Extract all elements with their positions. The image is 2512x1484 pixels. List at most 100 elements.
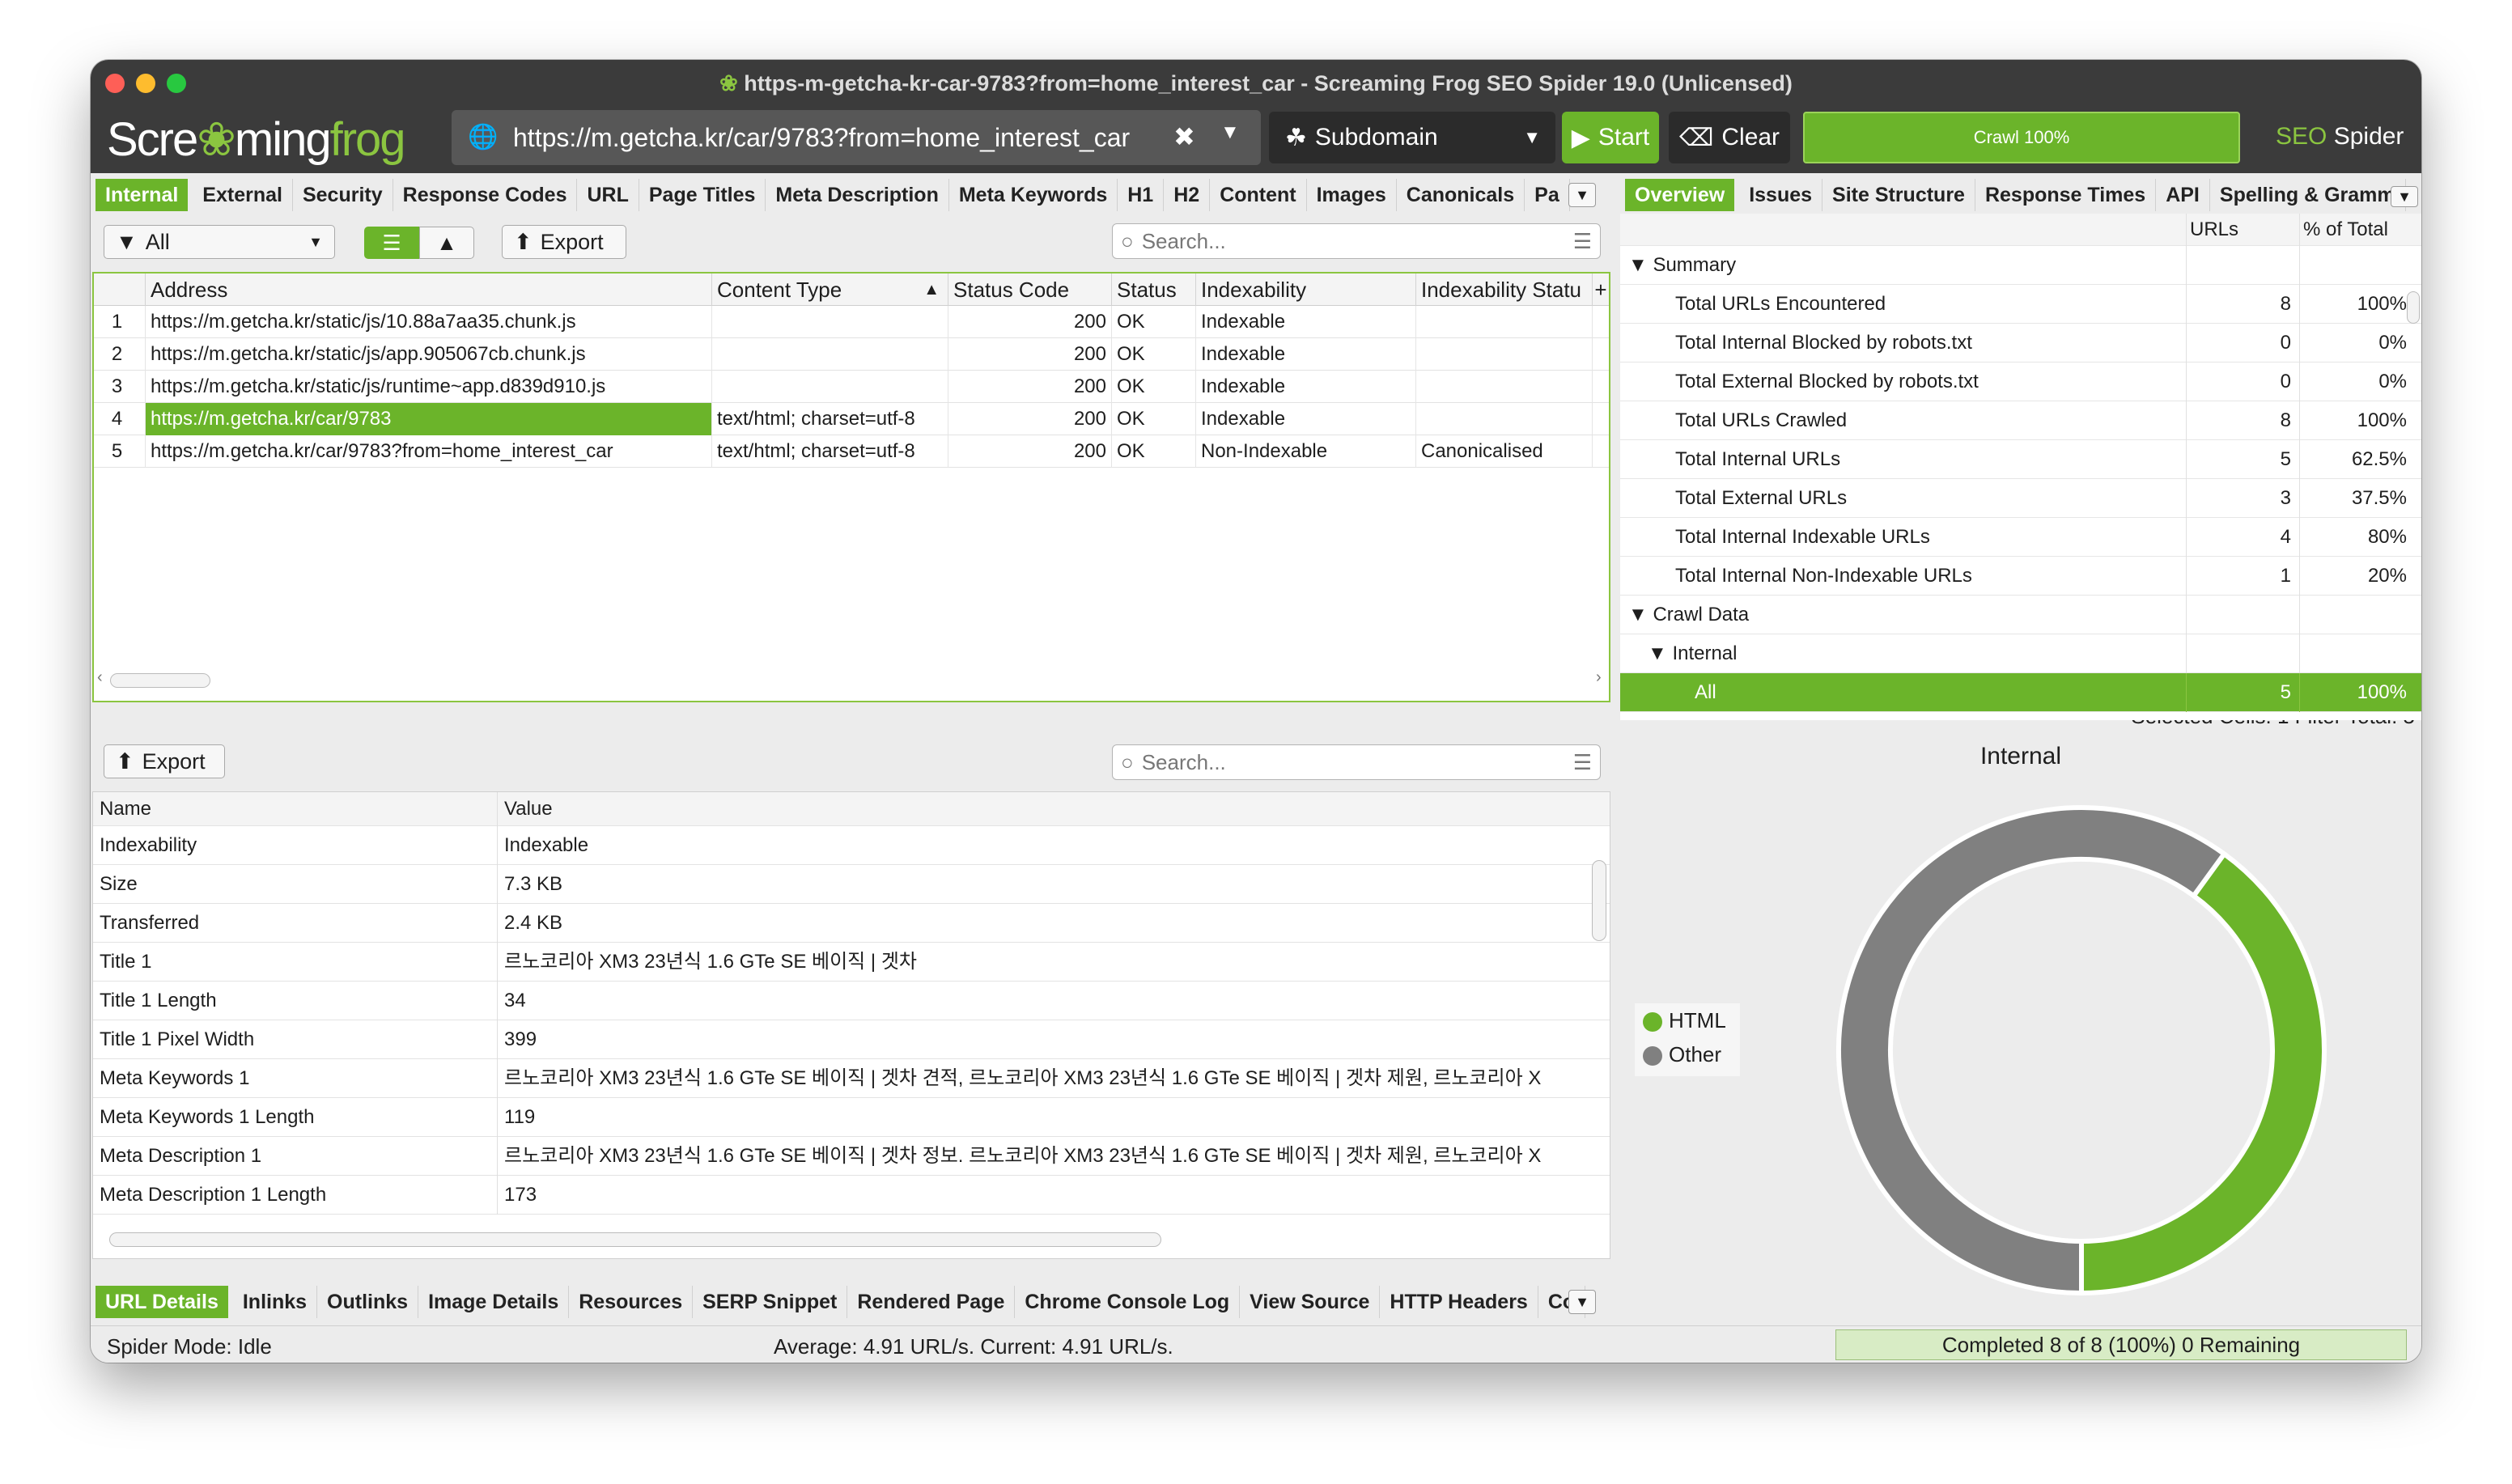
details-row[interactable]: Title 1 Length 34: [93, 981, 1610, 1020]
cell-address[interactable]: https://m.getcha.kr/car/9783: [146, 402, 712, 435]
details-row[interactable]: Indexability Indexable: [93, 825, 1610, 865]
tab-url-details[interactable]: URL Details: [95, 1286, 228, 1318]
tab-h1[interactable]: H1: [1118, 179, 1165, 211]
overview-row[interactable]: Total URLs Encountered 8 100%: [1620, 284, 2421, 324]
cell-address[interactable]: https://m.getcha.kr/car/9783?from=home_i…: [146, 435, 712, 468]
url-input[interactable]: 🌐 https://m.getcha.kr/car/9783?from=home…: [452, 110, 1261, 165]
tab-issues[interactable]: Issues: [1739, 179, 1823, 211]
tab-internal[interactable]: Internal: [95, 179, 189, 211]
details-row[interactable]: Title 1 Pixel Width 399: [93, 1020, 1610, 1059]
details-search-input[interactable]: ○ Search... ☰: [1112, 744, 1601, 780]
table-row[interactable]: 4 https://m.getcha.kr/car/9783 text/html; …: [94, 402, 1609, 435]
search-options-icon[interactable]: ☰: [1573, 750, 1592, 775]
tab-serp-snippet[interactable]: SERP Snippet: [693, 1286, 848, 1318]
column-header[interactable]: Address: [146, 273, 712, 306]
url-history-dropdown-icon[interactable]: ▼: [1220, 121, 1240, 144]
tab-images[interactable]: Images: [1307, 179, 1397, 211]
tab-external[interactable]: External: [193, 179, 293, 211]
clear-button[interactable]: ⌫ Clear: [1669, 112, 1790, 163]
column-header[interactable]: Content Type ▲: [712, 273, 948, 306]
more-tabs-dropdown[interactable]: ▼: [1568, 183, 1596, 207]
column-header[interactable]: Indexability: [1196, 273, 1416, 306]
tree-view-button[interactable]: ▲: [419, 227, 474, 259]
tab-security[interactable]: Security: [293, 179, 393, 211]
summary-group-row[interactable]: ▼ Summary: [1620, 245, 2421, 285]
details-row[interactable]: Transferred 2.4 KB: [93, 903, 1610, 943]
clear-url-icon[interactable]: ✖: [1173, 121, 1195, 152]
tab-meta-keywords[interactable]: Meta Keywords: [949, 179, 1118, 211]
tab-content[interactable]: Content: [1210, 179, 1307, 211]
tab-outlinks[interactable]: Outlinks: [317, 1286, 419, 1318]
details-vertical-scrollbar[interactable]: [1592, 860, 1606, 941]
details-row[interactable]: Meta Keywords 1 Length 119: [93, 1097, 1610, 1137]
tab-spelling-gramm[interactable]: Spelling & Gramm: [2210, 179, 2406, 211]
overview-urls: 0: [2187, 323, 2300, 363]
horizontal-scrollbar[interactable]: [110, 673, 210, 688]
details-row[interactable]: Meta Description 1 Length 173: [93, 1175, 1610, 1215]
filter-select[interactable]: ▼ All ▼: [104, 225, 335, 259]
details-row[interactable]: Size 7.3 KB: [93, 864, 1610, 904]
column-header[interactable]: Status Code: [948, 273, 1112, 306]
table-row[interactable]: 5 https://m.getcha.kr/car/9783?from=home_…: [94, 435, 1609, 468]
more-bottom-tabs-dropdown[interactable]: ▼: [1568, 1290, 1596, 1314]
tab-meta-description[interactable]: Meta Description: [766, 179, 949, 211]
export-button[interactable]: ⬆ Export: [502, 225, 626, 259]
tab-inlinks[interactable]: Inlinks: [233, 1286, 318, 1318]
tab-url[interactable]: URL: [577, 179, 639, 211]
tab-http-headers[interactable]: HTTP Headers: [1380, 1286, 1538, 1318]
overview-row[interactable]: Total Internal URLs 5 62.5%: [1620, 439, 2421, 479]
list-view-button[interactable]: ☰: [364, 227, 419, 259]
overview-row[interactable]: Total URLs Crawled 8 100%: [1620, 401, 2421, 440]
tab-page-titles[interactable]: Page Titles: [639, 179, 766, 211]
tab-overview[interactable]: Overview: [1625, 179, 1735, 211]
details-row[interactable]: Meta Keywords 1 르노코리아 XM3 23년식 1.6 GTe SE…: [93, 1058, 1610, 1098]
table-row[interactable]: 2 https://m.getcha.kr/static/js/app.90506…: [94, 337, 1609, 371]
tab-response-times[interactable]: Response Times: [1975, 179, 2157, 211]
tab-h2[interactable]: H2: [1164, 179, 1211, 211]
add-column-icon[interactable]: +: [1593, 273, 1609, 306]
tab-canonicals[interactable]: Canonicals: [1397, 179, 1525, 211]
crawl-data-group-row[interactable]: ▼ Crawl Data: [1620, 595, 2421, 634]
internal-all-row[interactable]: All 5 100%: [1620, 672, 2421, 712]
tab-response-codes[interactable]: Response Codes: [393, 179, 578, 211]
cell-idx: Indexable: [1196, 370, 1416, 403]
tab-rendered-page[interactable]: Rendered Page: [847, 1286, 1016, 1318]
start-button[interactable]: ▶ Start: [1562, 112, 1659, 163]
search-options-icon[interactable]: ☰: [1573, 229, 1592, 254]
internal-group-row[interactable]: ▼ Internal: [1620, 634, 2421, 673]
tab-view-source[interactable]: View Source: [1240, 1286, 1381, 1318]
scroll-right-icon[interactable]: ›: [1596, 668, 1602, 687]
tab-resources[interactable]: Resources: [569, 1286, 694, 1318]
tab-chrome-console-log[interactable]: Chrome Console Log: [1015, 1286, 1241, 1318]
tab-pa[interactable]: Pa: [1525, 179, 1570, 211]
details-row[interactable]: Title 1 르노코리아 XM3 23년식 1.6 GTe SE 베이직 | 겟…: [93, 942, 1610, 982]
vertical-scrollbar[interactable]: [2407, 291, 2420, 324]
cell-address[interactable]: https://m.getcha.kr/static/js/app.905067…: [146, 337, 712, 371]
details-horizontal-scrollbar[interactable]: [109, 1232, 1161, 1247]
more-right-tabs-dropdown[interactable]: ▼: [2391, 186, 2418, 207]
tab-site-structure[interactable]: Site Structure: [1822, 179, 1975, 211]
details-row[interactable]: Meta Description 1 르노코리아 XM3 23년식 1.6 GTe…: [93, 1136, 1610, 1176]
overview-label: Total Internal Blocked by robots.txt: [1620, 323, 2187, 363]
overview-row[interactable]: Total Internal Blocked by robots.txt 0 0%: [1620, 323, 2421, 363]
overview-row[interactable]: Total External URLs 3 37.5%: [1620, 478, 2421, 518]
overview-row[interactable]: Total Internal Indexable URLs 4 80%: [1620, 517, 2421, 557]
crawl-mode-select[interactable]: ☘ Subdomain ▼: [1269, 112, 1555, 163]
list-icon: ☰: [382, 231, 401, 255]
cell-address[interactable]: https://m.getcha.kr/static/js/runtime~ap…: [146, 370, 712, 403]
overview-row[interactable]: Total External Blocked by robots.txt 0 0%: [1620, 362, 2421, 401]
url-input-value[interactable]: https://m.getcha.kr/car/9783?from=home_i…: [513, 123, 1152, 153]
search-input[interactable]: ○ Search... ☰: [1112, 223, 1601, 259]
table-row[interactable]: 1 https://m.getcha.kr/static/js/10.88a7aa…: [94, 305, 1609, 338]
tab-api[interactable]: API: [2156, 179, 2210, 211]
overview-row[interactable]: Total Internal Non-Indexable URLs 1 20%: [1620, 556, 2421, 596]
scroll-left-icon[interactable]: ‹: [97, 668, 103, 687]
tab-image-details[interactable]: Image Details: [418, 1286, 570, 1318]
chart-title: Internal: [1979, 743, 2062, 770]
cell-address[interactable]: https://m.getcha.kr/static/js/10.88a7aa3…: [146, 305, 712, 338]
column-header[interactable]: Status: [1112, 273, 1196, 306]
details-export-button[interactable]: ⬆ Export: [104, 744, 225, 778]
details-value: Indexable: [504, 833, 589, 856]
column-header[interactable]: Indexability Statu: [1416, 273, 1593, 306]
table-row[interactable]: 3 https://m.getcha.kr/static/js/runtime~a…: [94, 370, 1609, 403]
